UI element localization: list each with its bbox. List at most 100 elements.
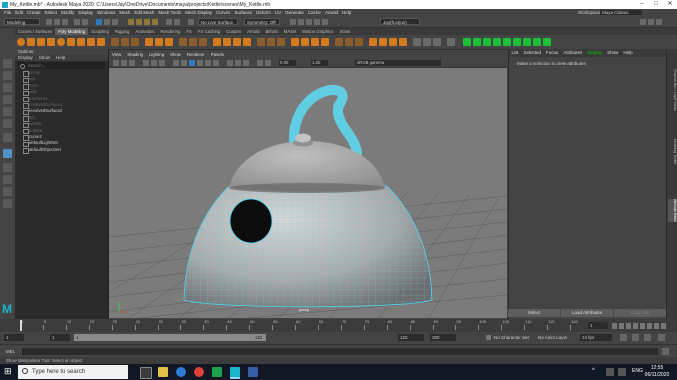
step-forward-frame-icon[interactable] bbox=[647, 322, 652, 329]
collapse-icon[interactable] bbox=[345, 38, 353, 46]
menu-item-windows[interactable]: Windows bbox=[95, 9, 117, 16]
textured-icon[interactable] bbox=[197, 59, 203, 66]
animation-start-field[interactable]: 1 bbox=[4, 334, 24, 341]
persp-graph-layout-icon[interactable] bbox=[3, 187, 12, 196]
poly-disc-icon[interactable] bbox=[77, 38, 85, 46]
snap-grid-icon[interactable] bbox=[128, 18, 134, 25]
four-view-layout-icon[interactable] bbox=[3, 163, 12, 172]
clock-date[interactable]: 06/11/2020 bbox=[642, 372, 672, 378]
attr-tab-display[interactable]: Display bbox=[585, 49, 605, 57]
center-pivot-icon[interactable] bbox=[447, 38, 455, 46]
xray-icon[interactable] bbox=[265, 59, 271, 66]
reduce-icon[interactable] bbox=[199, 38, 207, 46]
load-attributes-button[interactable]: Load Attributes bbox=[561, 309, 613, 317]
anti-aliasing-icon[interactable] bbox=[235, 59, 241, 66]
smooth-shade-icon[interactable] bbox=[181, 59, 187, 66]
shelf-tab-curves-surfaces[interactable]: Curves / Surfaces bbox=[15, 28, 55, 35]
wireframe-icon[interactable] bbox=[173, 59, 179, 66]
outliner-layout-icon[interactable] bbox=[3, 199, 12, 208]
soften-edge-icon[interactable] bbox=[413, 38, 421, 46]
shelf-tab-sculpting[interactable]: Sculpting bbox=[88, 28, 112, 35]
separate-icon[interactable] bbox=[121, 38, 129, 46]
fps-dropdown[interactable]: 24 fps bbox=[580, 334, 612, 341]
shelf-tab-custom[interactable]: Custom bbox=[223, 28, 244, 35]
resolution-gate-icon[interactable] bbox=[159, 59, 165, 66]
snap-curve-icon[interactable] bbox=[136, 18, 142, 25]
unparent-icon[interactable] bbox=[513, 38, 521, 46]
playback-options-icon[interactable] bbox=[632, 334, 639, 341]
outliner-menu-help[interactable]: Help bbox=[56, 55, 65, 60]
range-slider[interactable]: 1 120 bbox=[74, 334, 266, 341]
shelf-tab-mash[interactable]: MASH bbox=[281, 28, 299, 35]
step-back-key-icon[interactable] bbox=[619, 322, 624, 329]
menu-item-deform[interactable]: Deform bbox=[254, 9, 273, 16]
poly-cylinder-icon[interactable] bbox=[37, 38, 45, 46]
attr-tab-selected[interactable]: Selected bbox=[521, 49, 544, 57]
go-to-start-icon[interactable] bbox=[612, 322, 617, 329]
attribute-editor-tab[interactable]: Attribute Editor bbox=[668, 199, 677, 223]
boolean-intersection-icon[interactable] bbox=[165, 38, 173, 46]
group-icon[interactable] bbox=[493, 38, 501, 46]
workspace-dropdown[interactable]: Maya Classic bbox=[600, 10, 642, 15]
current-frame-field[interactable]: 1 bbox=[588, 322, 608, 329]
attr-tab-focus[interactable]: Focus bbox=[544, 49, 561, 57]
redo-icon[interactable] bbox=[82, 18, 88, 25]
camera-attributes-icon[interactable] bbox=[121, 59, 127, 66]
maya-taskbar-icon[interactable] bbox=[230, 367, 240, 379]
multi-cut-icon[interactable] bbox=[257, 38, 265, 46]
playback-start-field[interactable]: 1 bbox=[50, 334, 70, 341]
isolate-select-icon[interactable] bbox=[257, 59, 263, 66]
shelf-tab-fx[interactable]: FX bbox=[183, 28, 195, 35]
slide-edge-icon[interactable] bbox=[321, 38, 329, 46]
shelf-tab-rigging[interactable]: Rigging bbox=[112, 28, 133, 35]
file-explorer-icon[interactable] bbox=[158, 367, 168, 377]
duplicate-icon[interactable] bbox=[523, 38, 531, 46]
menu-item-select[interactable]: Select bbox=[43, 9, 60, 16]
cylindrical-map-icon[interactable] bbox=[399, 38, 407, 46]
single-perspective-layout-icon[interactable] bbox=[3, 149, 12, 158]
persp-outliner-layout-icon[interactable] bbox=[3, 175, 12, 184]
menu-item-file[interactable]: File bbox=[2, 9, 13, 16]
smooth-icon[interactable] bbox=[131, 38, 139, 46]
animation-preferences-icon[interactable] bbox=[658, 334, 665, 341]
time-slider[interactable]: 1 5 10 15 20 25 30 35 40 45 50 55 60 65 70 75 80 85 90 95 10… bbox=[0, 319, 677, 332]
bookmark-icon[interactable] bbox=[129, 59, 135, 66]
pinned-app-icon[interactable] bbox=[248, 367, 258, 377]
new-scene-icon[interactable] bbox=[46, 18, 52, 25]
menu-item-arnold[interactable]: Arnold bbox=[323, 9, 340, 16]
menu-item-generate[interactable]: Generate bbox=[283, 9, 306, 16]
minimize-button[interactable]: – bbox=[635, 0, 649, 9]
grid-toggle-icon[interactable] bbox=[143, 59, 149, 66]
anim-layer-dropdown[interactable]: No Anim Layer bbox=[538, 334, 572, 341]
render-view-icon[interactable] bbox=[322, 18, 328, 25]
offset-edge-loop-icon[interactable] bbox=[311, 38, 319, 46]
planar-map-icon[interactable] bbox=[379, 38, 387, 46]
shelf-tab-animation[interactable]: Animation bbox=[132, 28, 157, 35]
duplicate-special-icon[interactable] bbox=[533, 38, 541, 46]
animation-end-field[interactable]: 200 bbox=[430, 334, 456, 341]
boolean-difference-icon[interactable] bbox=[155, 38, 163, 46]
automatic-map-icon[interactable] bbox=[389, 38, 397, 46]
scale-tool-icon[interactable] bbox=[3, 119, 12, 128]
menu-item-edit[interactable]: Edit bbox=[13, 9, 25, 16]
select-object-icon[interactable] bbox=[104, 18, 110, 25]
shelf-tab-rendering[interactable]: Rendering bbox=[158, 28, 184, 35]
poly-torus-icon[interactable] bbox=[57, 38, 65, 46]
go-to-end-icon[interactable] bbox=[661, 322, 666, 329]
paint-select-icon[interactable] bbox=[3, 83, 12, 92]
panel-toggle-icon[interactable] bbox=[640, 18, 646, 25]
exposure-field[interactable]: 0.00 bbox=[279, 59, 296, 66]
menu-set-dropdown[interactable]: Modeling bbox=[4, 18, 40, 25]
menu-item-uv[interactable]: UV bbox=[273, 9, 283, 16]
input-ops-icon[interactable] bbox=[174, 18, 180, 25]
connect-icon[interactable] bbox=[277, 38, 285, 46]
viewport-canvas[interactable]: persp bbox=[108, 67, 508, 319]
modeling-toolkit-tab[interactable]: Modeling Toolkit bbox=[668, 139, 677, 164]
ambient-occlusion-icon[interactable] bbox=[227, 59, 233, 66]
outliner-item[interactable]: defaultObjectSet bbox=[15, 147, 108, 154]
parent-icon[interactable] bbox=[503, 38, 511, 46]
mirror-icon[interactable] bbox=[179, 38, 187, 46]
render-settings-icon[interactable] bbox=[306, 18, 312, 25]
select-component-icon[interactable] bbox=[112, 18, 118, 25]
shelf-tab-xgen[interactable]: XGen bbox=[336, 28, 353, 35]
